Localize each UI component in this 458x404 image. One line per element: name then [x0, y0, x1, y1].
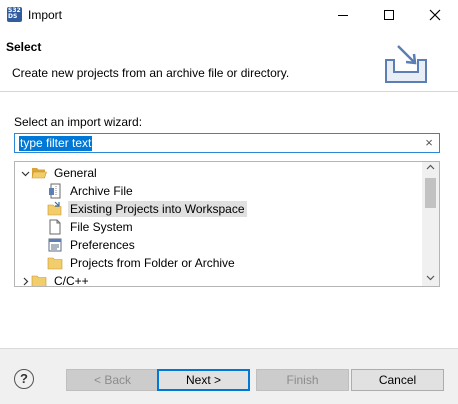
tree-item-label: Preferences [70, 238, 135, 252]
scroll-down-icon[interactable] [422, 272, 439, 286]
page-description: Create new projects from an archive file… [12, 66, 290, 80]
scroll-up-icon[interactable] [422, 162, 439, 176]
button-bar: ? < Back Next > Finish Cancel [0, 348, 458, 404]
chevron-down-icon[interactable] [19, 164, 31, 182]
tree-item-label: General [54, 166, 97, 180]
tree-item-cpp[interactable]: C/C++ [19, 272, 427, 287]
tree-item-label: C/C++ [54, 274, 89, 287]
app-icon: S32 DS [7, 7, 22, 22]
maximize-icon[interactable] [366, 0, 412, 30]
folder-icon [47, 255, 63, 271]
window-title: Import [28, 8, 63, 22]
tree-item-label: Existing Projects into Workspace [68, 201, 247, 217]
cancel-button[interactable]: Cancel [351, 369, 444, 391]
clear-filter-icon[interactable]: × [422, 135, 436, 151]
scrollbar-thumb[interactable] [425, 178, 436, 208]
wizard-tree[interactable]: General Archive File Existing Projects i… [14, 161, 440, 287]
back-button[interactable]: < Back [66, 369, 159, 391]
import-wizard-banner-icon [384, 42, 428, 84]
archive-icon [47, 183, 63, 199]
filter-input-box[interactable]: type filter text × [14, 133, 440, 153]
page-title: Select [6, 40, 42, 54]
tree-item-label: File System [70, 220, 133, 234]
tree-item-archive-file[interactable]: Archive File [47, 182, 439, 200]
tree-item-label: Projects from Folder or Archive [70, 256, 235, 270]
tree-item-projects-from-folder[interactable]: Projects from Folder or Archive [47, 254, 439, 272]
filter-selected-text: type filter text [19, 136, 93, 151]
chevron-right-icon[interactable] [19, 272, 31, 286]
title-bar: S32 DS Import [0, 0, 458, 30]
folder-icon [31, 273, 47, 286]
minimize-icon[interactable] [320, 0, 366, 30]
tree-scrollbar[interactable] [422, 162, 439, 286]
help-icon[interactable]: ? [14, 369, 34, 389]
existing-project-icon [47, 201, 63, 217]
preferences-icon [47, 237, 63, 253]
tree-item-preferences[interactable]: Preferences [47, 236, 439, 254]
import-wizard-label: Select an import wizard: [14, 115, 143, 129]
file-system-icon [47, 219, 63, 235]
wizard-banner: Select Create new projects from an archi… [0, 30, 458, 92]
wizard-content: Select an import wizard: type filter tex… [0, 93, 458, 348]
finish-button[interactable]: Finish [256, 369, 349, 391]
tree-item-label: Archive File [70, 184, 133, 198]
close-icon[interactable] [412, 0, 458, 30]
tree-item-file-system[interactable]: File System [47, 218, 439, 236]
tree-item-general[interactable]: General [19, 164, 427, 182]
tree-item-existing-projects[interactable]: Existing Projects into Workspace [47, 200, 439, 218]
folder-open-icon [31, 165, 47, 181]
next-button[interactable]: Next > [157, 369, 250, 391]
